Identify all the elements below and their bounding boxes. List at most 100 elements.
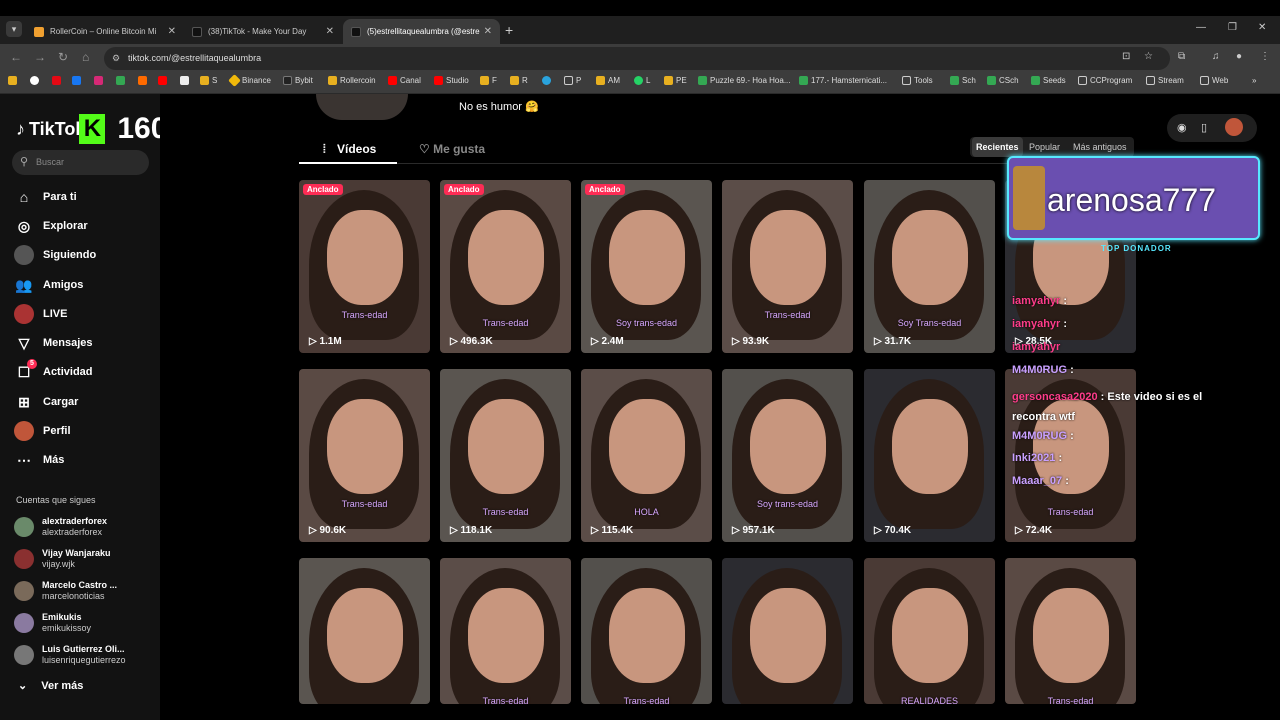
nav-item-amigos[interactable]: 👥 Amigos xyxy=(14,273,83,297)
video-card[interactable]: Soy Trans-edad ▷ 31.7K xyxy=(864,180,995,353)
video-card[interactable]: Trans-edad ▷ 118.1K xyxy=(440,369,571,542)
bookmark-studio[interactable]: Studio xyxy=(434,76,469,85)
video-card[interactable]: ▷ 70.4K xyxy=(864,369,995,542)
bookmark-star-icon[interactable]: ☆ xyxy=(1144,51,1153,62)
home-page-icon[interactable]: ⌂ xyxy=(82,50,89,64)
nav-item-para-ti[interactable]: ⌂ Para ti xyxy=(14,185,77,209)
bookmark-icon[interactable] xyxy=(158,76,170,85)
extensions-icon[interactable]: ⧉ xyxy=(1178,51,1185,62)
nav-item-mas[interactable]: ⋯ Más xyxy=(14,448,64,472)
install-app-icon[interactable]: ⊡ xyxy=(1122,51,1130,62)
bookmark-folder-tools[interactable]: Tools xyxy=(902,76,933,85)
bookmark-am[interactable]: AM xyxy=(596,76,620,85)
bookmark-folder-p[interactable]: P xyxy=(564,76,581,85)
nav-item-siguiendo[interactable]: Siguiendo xyxy=(14,243,96,267)
bookmark-seeds[interactable]: Seeds xyxy=(1031,76,1066,85)
bookmark-hamsternicati[interactable]: 177.- Hamsternicati... xyxy=(799,76,887,85)
bookmark-icon[interactable] xyxy=(138,76,150,85)
video-card[interactable] xyxy=(722,558,853,704)
minimize-icon[interactable]: — xyxy=(1196,22,1206,33)
bookmark-puzzle[interactable]: Puzzle 69.- Hoa Hoa... xyxy=(698,76,790,85)
bookmark-icon[interactable] xyxy=(116,76,128,85)
nav-item-perfil[interactable]: Perfil xyxy=(14,419,71,443)
video-card[interactable]: HOLA ▷ 115.4K xyxy=(581,369,712,542)
nav-item-explorar[interactable]: ◎ Explorar xyxy=(14,214,88,238)
browser-tab-profile[interactable]: (5)estrellitaquealumbra (@estre ✕ xyxy=(343,19,500,44)
close-tab-icon[interactable]: ✕ xyxy=(484,26,492,37)
search-input[interactable]: ⚲ Buscar xyxy=(12,150,149,175)
sort-recientes[interactable]: Recientes xyxy=(972,137,1023,157)
bookmark-csch[interactable]: CSch xyxy=(987,76,1019,85)
video-card[interactable]: Anclado Trans-edad ▷ 496.3K xyxy=(440,180,571,353)
video-card[interactable]: Trans-edad ▷ 90.6K xyxy=(299,369,430,542)
bookmark-pe[interactable]: PE xyxy=(664,76,687,85)
bookmark-bybit[interactable]: Bybit xyxy=(283,76,313,85)
more-bookmarks-icon[interactable]: » xyxy=(1252,76,1256,85)
nav-item-mensajes[interactable]: ▽ Mensajes xyxy=(14,331,93,355)
bookmark-canal[interactable]: Canal xyxy=(388,76,421,85)
bookmark-rollercoin[interactable]: Rollercoin xyxy=(328,76,376,85)
video-card[interactable]: Trans-edad xyxy=(581,558,712,704)
video-card[interactable]: Trans-edad ▷ 93.9K xyxy=(722,180,853,353)
bookmark-icon[interactable] xyxy=(94,76,106,85)
bookmark-l[interactable]: L xyxy=(634,76,650,85)
avatar[interactable] xyxy=(1225,118,1243,136)
close-tab-icon[interactable]: ✕ xyxy=(168,26,176,37)
restore-icon[interactable]: ❐ xyxy=(1228,22,1237,33)
bookmark-icon[interactable] xyxy=(52,76,64,85)
site-settings-icon[interactable]: ⚙ xyxy=(112,47,120,70)
following-account[interactable]: alextraderforex alextraderforex xyxy=(14,514,107,540)
following-account[interactable]: Vijay Wanjaraku vijay.wjk xyxy=(14,546,111,572)
browser-tab-strip: ▾ RollerCoin – Online Bitcoin Mi ✕ (38)T… xyxy=(0,16,1280,44)
bookmark-binance[interactable]: Binance xyxy=(228,74,271,87)
bookmark-icon[interactable] xyxy=(180,76,192,85)
bookmark-sch[interactable]: Sch xyxy=(950,76,976,85)
nav-item-actividad[interactable]: ☐ 5 Actividad xyxy=(14,359,93,384)
sort-popular[interactable]: Popular xyxy=(1025,137,1064,157)
bookmark-r[interactable]: R xyxy=(510,76,528,85)
bookmark-folder-web[interactable]: Web xyxy=(1200,76,1228,85)
close-tab-icon[interactable]: ✕ xyxy=(326,26,334,37)
menu-kebab-icon[interactable]: ⋮ xyxy=(1260,51,1270,62)
video-card[interactable]: Soy trans-edad ▷ 957.1K xyxy=(722,369,853,542)
following-account[interactable]: Marcelo Castro ... marcelonoticias xyxy=(14,578,117,604)
device-icon[interactable]: ▯ xyxy=(1201,121,1207,134)
tab-me-gusta[interactable]: ♡ Me gusta xyxy=(419,140,485,164)
profile-extension-icon[interactable]: ● xyxy=(1236,51,1242,62)
following-account[interactable]: Luis Gutierrez Oli... luisenriquegutierre… xyxy=(14,642,126,668)
media-icon[interactable]: ♫ xyxy=(1212,51,1220,62)
forward-icon[interactable]: → xyxy=(34,50,46,64)
see-more-link[interactable]: ⌄ Ver más xyxy=(18,679,97,692)
video-card[interactable]: Trans-edad xyxy=(440,558,571,704)
bookmark-f[interactable]: F xyxy=(480,76,497,85)
back-icon[interactable]: ← xyxy=(10,50,22,64)
bookmark-s[interactable]: S xyxy=(200,76,217,85)
close-window-icon[interactable]: ✕ xyxy=(1258,22,1266,33)
bookmark-icon[interactable] xyxy=(8,76,20,85)
coin-icon[interactable]: ◉ xyxy=(1177,121,1187,134)
tab-search-dropdown-icon[interactable]: ▾ xyxy=(6,21,22,37)
view-count: ▷ 90.6K xyxy=(309,525,347,536)
nav-item-cargar[interactable]: ⊞ Cargar xyxy=(14,390,78,414)
nav-item-live[interactable]: LIVE xyxy=(14,302,67,326)
profile-avatar[interactable] xyxy=(316,94,408,120)
video-card[interactable]: Trans-edad xyxy=(1005,558,1136,704)
browser-tab-rollercoin[interactable]: RollerCoin – Online Bitcoin Mi ✕ xyxy=(26,19,184,44)
bookmark-icon[interactable] xyxy=(72,76,84,85)
sort-mas-antiguos[interactable]: Más antiguos xyxy=(1069,137,1131,157)
bookmark-folder-ccprogram[interactable]: CCProgram xyxy=(1078,76,1132,85)
video-card[interactable] xyxy=(299,558,430,704)
address-bar[interactable]: ⚙ tiktok.com/@estrellitaquealumbra xyxy=(104,47,1170,70)
bookmark-icon[interactable] xyxy=(30,76,42,85)
new-tab-icon[interactable]: + xyxy=(505,22,513,38)
tiktok-logo[interactable]: ♪ TikTok K 160 xyxy=(16,112,167,146)
video-card[interactable]: Anclado Soy trans-edad ▷ 2.4M xyxy=(581,180,712,353)
telegram-bookmark-icon[interactable] xyxy=(542,76,554,85)
video-card[interactable]: Anclado Trans-edad ▷ 1.1M xyxy=(299,180,430,353)
browser-tab-tiktok-feed[interactable]: (38)TikTok - Make Your Day ✕ xyxy=(184,19,342,44)
reload-icon[interactable]: ↻ xyxy=(58,50,68,64)
bookmark-folder-stream[interactable]: Stream xyxy=(1146,76,1184,85)
tab-videos[interactable]: ⦙ Vídeos xyxy=(299,140,397,164)
following-account[interactable]: Emikukis emikukissoy xyxy=(14,610,91,636)
video-card[interactable]: REALIDADES xyxy=(864,558,995,704)
